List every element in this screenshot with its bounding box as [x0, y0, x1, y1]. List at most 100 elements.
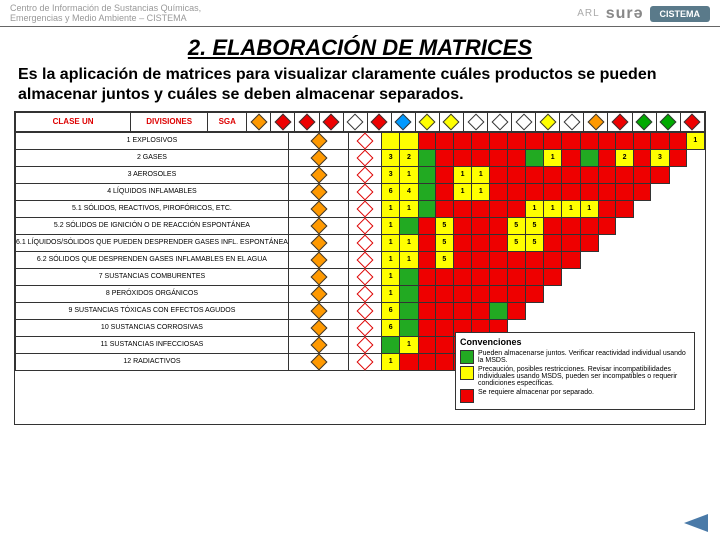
compatibility-matrix: CLASE UN DIVISIONES SGA 1 EXPLOSIVOS12 G… [14, 111, 706, 425]
matrix-cell: 3 [382, 166, 400, 183]
matrix-cell [418, 285, 435, 302]
matrix-cell [651, 132, 669, 149]
matrix-cell: 1 [400, 200, 418, 217]
matrix-cell [400, 353, 418, 370]
matrix-cell [418, 183, 435, 200]
arl-label: ARL [577, 8, 599, 19]
row-label: 7 SUSTANCIAS COMBURENTES [16, 268, 289, 285]
matrix-cell [490, 251, 507, 268]
matrix-cell: 5 [435, 234, 453, 251]
matrix-cell [598, 183, 615, 200]
matrix-cell [669, 132, 686, 149]
swatch-red [460, 389, 474, 403]
table-row: 5.1 SÓLIDOS, REACTIVOS, PIROFÓRICOS, ETC… [16, 200, 705, 217]
col-divisiones: DIVISIONES [131, 112, 208, 131]
matrix-cell: 1 [382, 234, 400, 251]
matrix-cell: 5 [435, 251, 453, 268]
matrix-cell [472, 251, 490, 268]
matrix-cell: 6 [382, 183, 400, 200]
slide-header: Centro de Información de Sustancias Quím… [0, 0, 720, 27]
matrix-cell: 1 [686, 132, 704, 149]
matrix-cell [634, 149, 651, 166]
matrix-cell: 1 [544, 200, 562, 217]
matrix-cell: 5 [435, 217, 453, 234]
matrix-cell: 3 [651, 149, 669, 166]
table-row: 1 EXPLOSIVOS 1 [16, 132, 705, 149]
matrix-cell [382, 132, 400, 149]
matrix-cell [507, 183, 525, 200]
matrix-cell [507, 285, 525, 302]
matrix-cell: 5 [525, 217, 543, 234]
matrix-cell: 6 [382, 302, 400, 319]
matrix-cell [472, 302, 490, 319]
matrix-cell [525, 183, 543, 200]
matrix-cell [507, 251, 525, 268]
matrix-cell [472, 234, 490, 251]
row-label: 9 SUSTANCIAS TÓXICAS CON EFECTOS AGUDOS [16, 302, 289, 319]
matrix-cell [418, 251, 435, 268]
matrix-cell [435, 319, 453, 336]
matrix-cell [418, 200, 435, 217]
matrix-cell: 1 [400, 336, 418, 353]
matrix-cell [418, 268, 435, 285]
matrix-cell: 1 [472, 183, 490, 200]
matrix-cell [598, 132, 615, 149]
matrix-cell [490, 183, 507, 200]
matrix-cell [453, 302, 471, 319]
matrix-cell [525, 166, 543, 183]
matrix-cell [453, 132, 471, 149]
matrix-cell [400, 285, 418, 302]
matrix-cell [580, 234, 598, 251]
matrix-cell: 1 [382, 251, 400, 268]
matrix-cell: 1 [453, 166, 471, 183]
matrix-cell [544, 234, 562, 251]
matrix-cell [435, 336, 453, 353]
table-row: 8 PERÓXIDOS ORGÁNICOS1 [16, 285, 705, 302]
matrix-cell [400, 217, 418, 234]
matrix-cell [580, 217, 598, 234]
matrix-cell [453, 149, 471, 166]
matrix-cell [562, 149, 580, 166]
matrix-cell: 5 [507, 217, 525, 234]
matrix-cell [580, 149, 598, 166]
matrix-cell [453, 268, 471, 285]
row-label: 5.1 SÓLIDOS, REACTIVOS, PIROFÓRICOS, ETC… [16, 200, 289, 217]
matrix-cell: 1 [453, 183, 471, 200]
table-row: 6.1 LÍQUIDOS/SÓLIDOS QUE PUEDEN DESPREND… [16, 234, 705, 251]
matrix-cell [472, 200, 490, 217]
matrix-cell [634, 166, 651, 183]
matrix-cell [634, 183, 651, 200]
col-clase: CLASE UN [16, 112, 131, 131]
matrix-cell: 1 [580, 200, 598, 217]
matrix-cell [544, 251, 562, 268]
matrix-cell [562, 217, 580, 234]
matrix-cell: 1 [400, 251, 418, 268]
matrix-cell [562, 183, 580, 200]
row-label: 1 EXPLOSIVOS [16, 132, 289, 149]
table-row: 6.2 SÓLIDOS QUE DESPRENDEN GASES INFLAMA… [16, 251, 705, 268]
matrix-cell [400, 268, 418, 285]
matrix-cell [418, 166, 435, 183]
matrix-cell [435, 149, 453, 166]
description-text: Es la aplicación de matrices para visual… [0, 65, 720, 105]
matrix-cell [453, 217, 471, 234]
table-row: 7 SUSTANCIAS COMBURENTES1 [16, 268, 705, 285]
matrix-cell: 2 [615, 149, 633, 166]
table-row: 5.2 SÓLIDOS DE IGNICIÓN O DE REACCIÓN ES… [16, 217, 705, 234]
matrix-cell [580, 132, 598, 149]
back-arrow-icon[interactable] [684, 514, 708, 532]
matrix-cell [525, 268, 543, 285]
matrix-cell [525, 285, 543, 302]
matrix-cell: 5 [525, 234, 543, 251]
matrix-cell [490, 302, 507, 319]
matrix-cell [418, 149, 435, 166]
matrix-cell [525, 149, 543, 166]
matrix-cell [400, 319, 418, 336]
matrix-cell [598, 217, 615, 234]
matrix-cell [669, 149, 686, 166]
matrix-cell [418, 302, 435, 319]
matrix-cell [544, 183, 562, 200]
legend-red: Se requiere almacenar por separado. [478, 389, 594, 396]
org-line2: Emergencias y Medio Ambiente – CISTEMA [10, 13, 187, 23]
matrix-cell [580, 166, 598, 183]
